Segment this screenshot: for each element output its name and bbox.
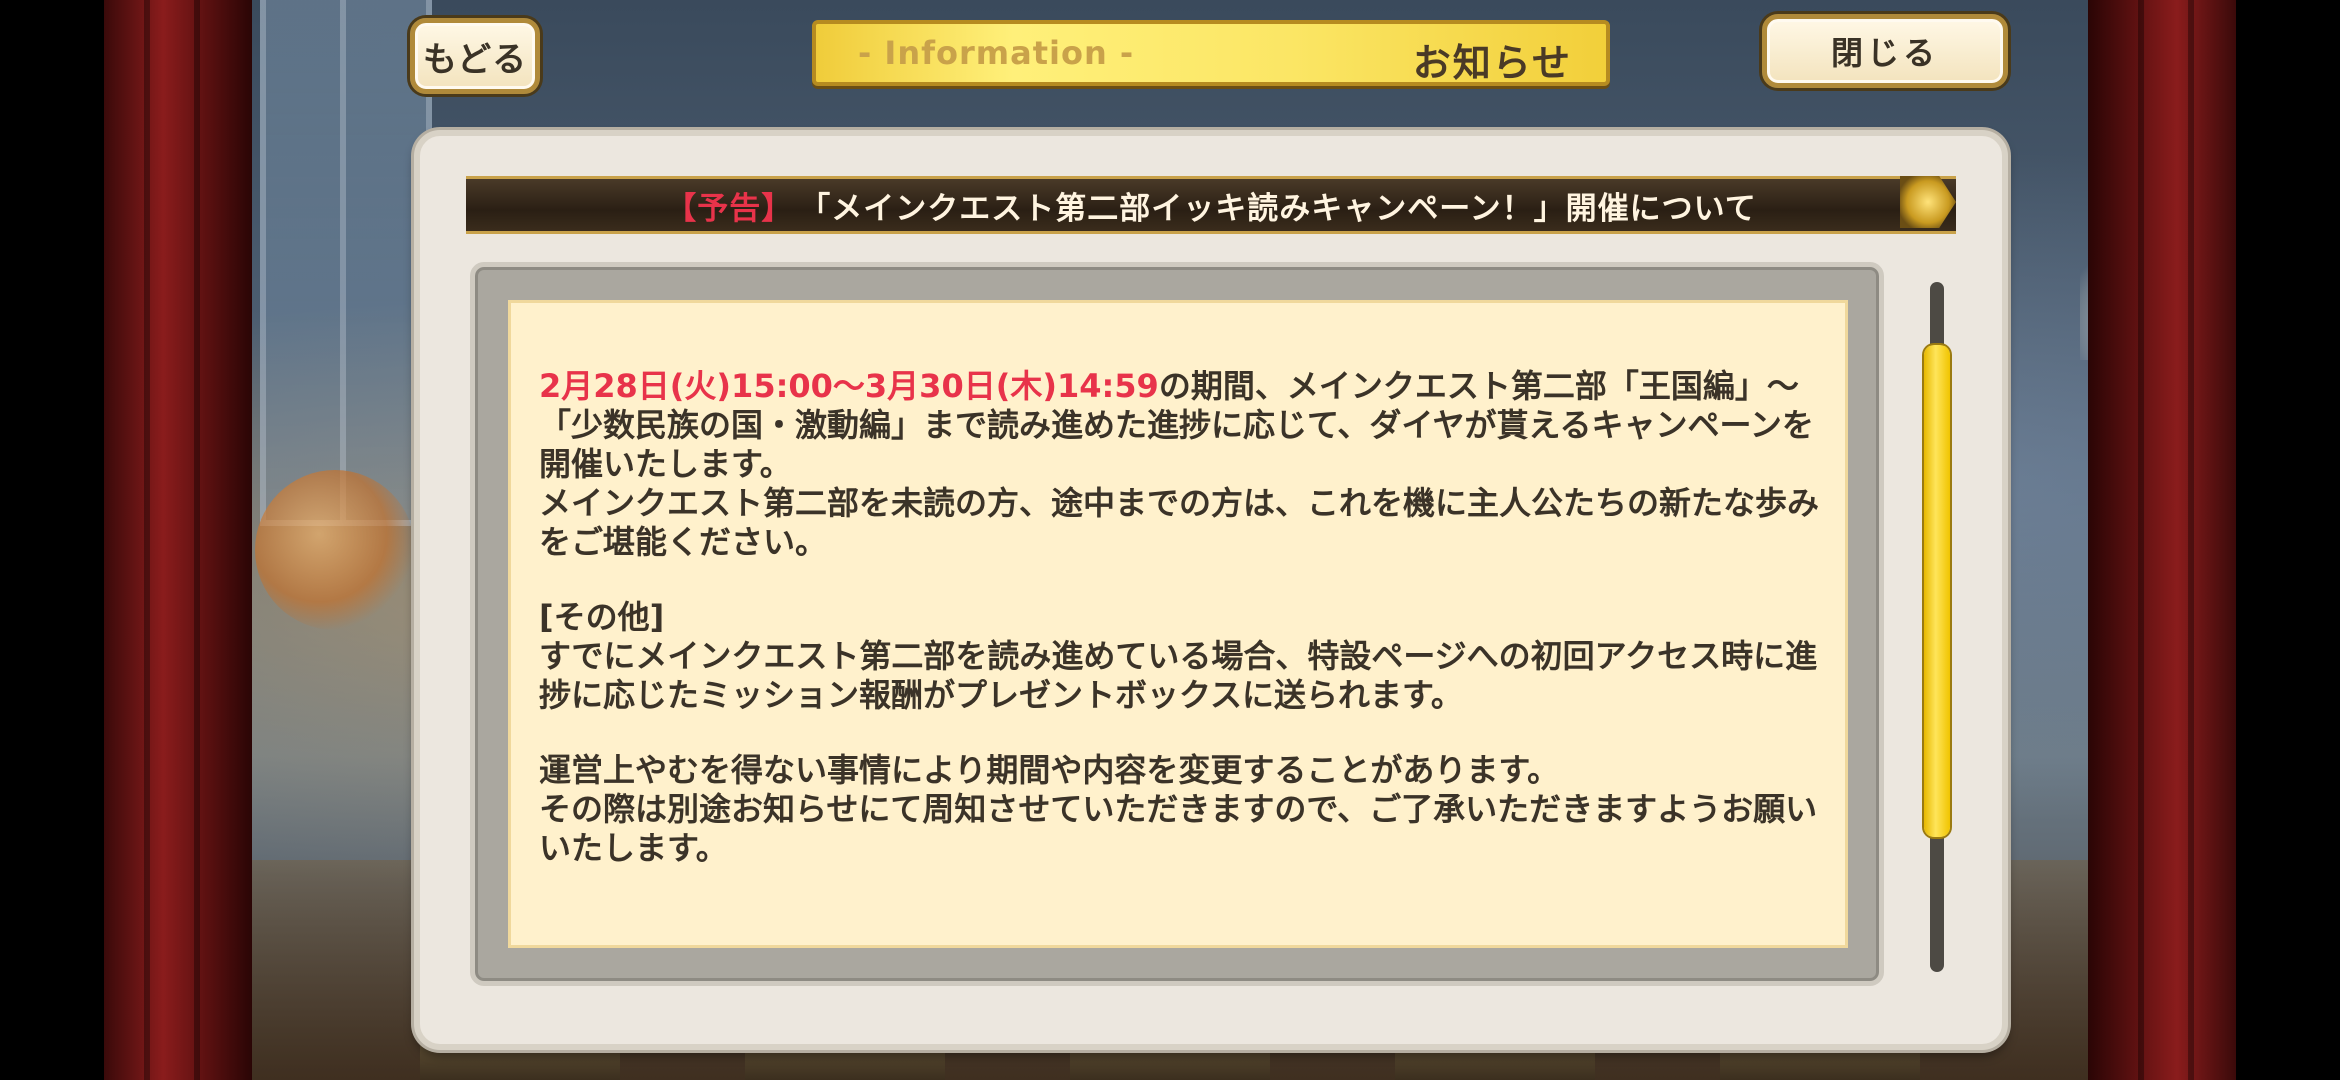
back-button-label: もどる <box>422 39 528 80</box>
curtain-left <box>104 0 252 1080</box>
close-button[interactable]: 閉じる <box>1762 14 2008 88</box>
close-button-label: 閉じる <box>1830 34 1939 72</box>
content-fade <box>511 909 1845 945</box>
campaign-period: 2月28日(火)15:00～3月30日(木)14:59 <box>539 367 1159 405</box>
back-button[interactable]: もどる <box>410 18 540 94</box>
title-japanese: お知らせ <box>1412 41 1572 85</box>
curtain-right <box>2088 0 2236 1080</box>
body-paragraph-2: メインクエスト第二部を未読の方、途中までの方は、これを機に主人公たちの新たな歩み… <box>539 484 1820 561</box>
title-english: - Information - <box>858 34 1135 72</box>
other-text: すでにメインクエスト第二部を読み進めている場合、特設ページへの初回アクセス時に進… <box>539 637 1818 714</box>
other-heading: [その他] <box>539 598 665 636</box>
notice-title: 「メインクエスト第二部イッキ読みキャンペーン！」開催について <box>799 190 1757 227</box>
scrollbar-thumb[interactable] <box>1924 345 1950 837</box>
notice-title-ribbon: 【予告】 「メインクエスト第二部イッキ読みキャンペーン！」開催について <box>466 176 1956 234</box>
change-notice-1: 運営上やむを得ない事情により期間や内容を変更することがあります。 <box>539 751 1560 789</box>
background-window <box>260 0 432 526</box>
notice-body[interactable]: 2月28日(火)15:00～3月30日(木)14:59の期間、メインクエスト第二… <box>508 300 1848 948</box>
title-bar: - Information - お知らせ <box>812 20 1610 86</box>
body-paragraph-1: 2月28日(火)15:00～3月30日(木)14:59の期間、メインクエスト第二… <box>539 367 1819 484</box>
background-flowers <box>255 470 415 630</box>
notice-tag: 【予告】 <box>665 190 794 227</box>
change-notice-2: その際は別途お知らせにて周知させていただきますので、ご了承いただきますようお願い… <box>539 790 1818 867</box>
